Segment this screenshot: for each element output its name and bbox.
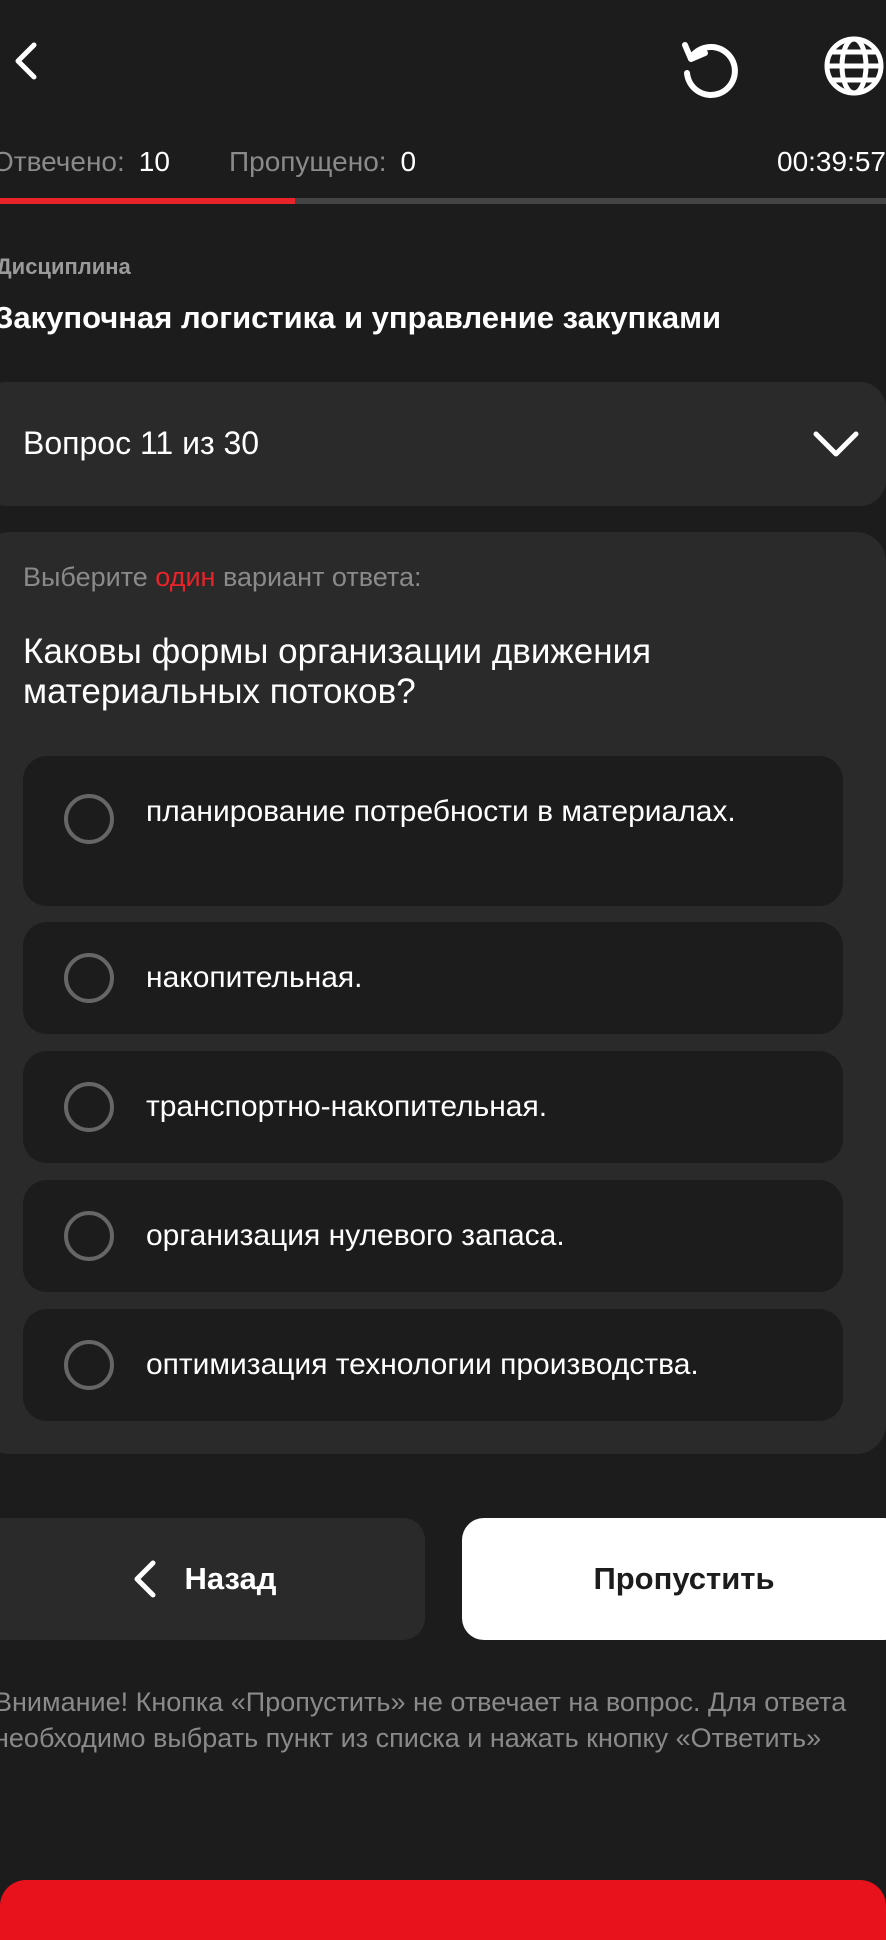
- answered-label: Отвечено:: [0, 146, 125, 177]
- instruction-text: Выберите один вариант ответа:: [23, 562, 421, 593]
- answer-option-label: организация нулевого запаса.: [146, 1219, 565, 1252]
- answer-button[interactable]: [0, 1880, 886, 1940]
- skipped-stat: Пропущено: 0: [229, 146, 416, 178]
- question-card: Выберите один вариант ответа: Каковы фор…: [0, 532, 886, 1454]
- radio-button[interactable]: [64, 794, 114, 844]
- language-button[interactable]: [822, 34, 886, 98]
- radio-button[interactable]: [64, 1211, 114, 1261]
- answered-value: 10: [138, 146, 170, 177]
- answer-option[interactable]: планирование потребности в материалах.: [23, 756, 843, 906]
- discipline-name: Закупочная логистика и управление закупк…: [0, 300, 722, 335]
- progress-bar-fill: [0, 198, 296, 204]
- back-button-label: Назад: [184, 1561, 277, 1596]
- progress-bar: [0, 198, 886, 204]
- instruction-accent: один: [155, 562, 216, 592]
- discipline-label: Дисциплина: [0, 254, 131, 279]
- notice-text: Внимание! Кнопка «Пропустить» не отвечае…: [0, 1687, 847, 1753]
- answer-option[interactable]: организация нулевого запаса.: [23, 1180, 843, 1292]
- chevron-down-icon: [813, 431, 859, 457]
- answer-option-label: накопительная.: [146, 961, 363, 994]
- answer-option-label: транспортно-накопительная.: [146, 1090, 548, 1123]
- skip-button[interactable]: Пропустить: [462, 1518, 886, 1640]
- instruction-prefix: Выберите: [23, 562, 148, 592]
- skipped-value: 0: [400, 146, 417, 177]
- radio-button[interactable]: [64, 953, 114, 1003]
- back-button[interactable]: Назад: [0, 1518, 425, 1640]
- chevron-left-icon: [134, 1560, 156, 1598]
- answer-option-label: оптимизация технологии производства.: [146, 1348, 699, 1381]
- answer-option[interactable]: транспортно-накопительная.: [23, 1051, 843, 1163]
- chevron-left-icon: [15, 42, 37, 80]
- back-nav-button[interactable]: [0, 36, 50, 86]
- question-selector-label: Вопрос 11 из 30: [23, 425, 260, 461]
- radio-button[interactable]: [64, 1340, 114, 1390]
- globe-icon: [824, 36, 884, 96]
- answered-stat: Отвечено: 10: [0, 146, 170, 178]
- answer-option[interactable]: накопительная.: [23, 922, 843, 1034]
- reset-button[interactable]: [676, 34, 742, 100]
- reset-icon: [682, 42, 738, 98]
- question-text: Каковы формы организации движения матери…: [23, 632, 652, 711]
- timer: 00:39:57: [777, 146, 886, 177]
- skip-button-label: Пропустить: [593, 1561, 775, 1596]
- instruction-suffix: вариант ответа:: [222, 562, 422, 592]
- skipped-label: Пропущено:: [229, 146, 387, 177]
- answer-option[interactable]: оптимизация технологии производства.: [23, 1309, 843, 1421]
- answer-option-label: планирование потребности в материалах.: [146, 795, 736, 828]
- question-selector-dropdown[interactable]: Вопрос 11 из 30: [0, 382, 886, 506]
- radio-button[interactable]: [64, 1082, 114, 1132]
